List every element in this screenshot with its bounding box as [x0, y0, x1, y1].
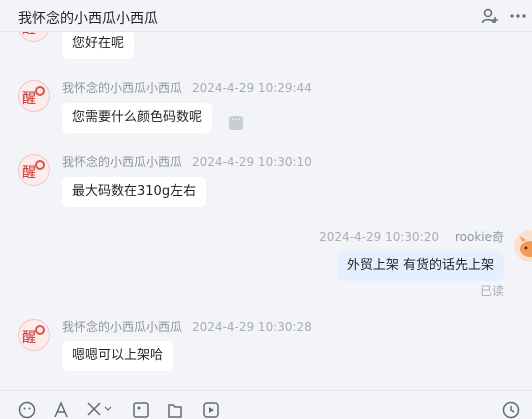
avatar[interactable]: 醒 [18, 80, 50, 112]
image-icon[interactable] [132, 401, 150, 419]
message-time: 2024-4-29 10:30:20 [319, 230, 439, 244]
message-bubble[interactable]: 最大码数在310g左右 [62, 177, 207, 207]
message-time: 2024-4-29 10:29:44 [192, 81, 312, 95]
avatar[interactable]: 醒 [18, 319, 50, 351]
avatar-glyph: 醒 [22, 165, 36, 181]
message-list[interactable]: 醒 您好在呢 醒 我怀念的小西瓜小西瓜 2024-4-29 10:29:44 您需… [0, 32, 532, 390]
more-actions-icon[interactable]: ··· [229, 116, 243, 130]
file-icon[interactable] [166, 401, 184, 419]
avatar-glyph: 醒 [22, 330, 36, 346]
avatar-glyph: 醒 [22, 91, 36, 107]
message-bubble[interactable]: 您好在呢 [62, 32, 135, 59]
sender-name: rookie奇 [454, 230, 504, 244]
scissors-icon[interactable] [86, 401, 104, 419]
message-time: 2024-4-29 10:30:10 [192, 155, 312, 169]
message-bubble[interactable]: 嗯嗯可以上架哈 [62, 341, 174, 371]
message-meta: 2024-4-29 10:30:20 rookie奇 [319, 228, 504, 245]
my-avatar[interactable] [514, 230, 532, 262]
chat-title: 我怀念的小西瓜小西瓜 [18, 11, 158, 27]
avatar[interactable]: 醒 [18, 32, 50, 42]
message-bubble[interactable]: 您需要什么颜色码数呢 [62, 103, 213, 133]
chevron-down-icon[interactable] [104, 405, 112, 413]
emoji-icon[interactable] [18, 401, 36, 419]
message-bubble[interactable]: 外贸上架 有货的话先上架 [336, 251, 504, 281]
sender-name: 我怀念的小西瓜小西瓜 [62, 155, 183, 169]
input-toolbar [0, 390, 532, 419]
message-meta: 我怀念的小西瓜小西瓜 2024-4-29 10:30:10 [62, 153, 312, 170]
message-meta: 我怀念的小西瓜小西瓜 2024-4-29 10:29:44 [62, 79, 312, 96]
more-icon[interactable] [509, 7, 527, 25]
message-time: 2024-4-29 10:30:28 [192, 320, 312, 334]
avatar-face-icon [514, 230, 532, 262]
font-icon[interactable] [52, 401, 70, 419]
sender-name: 我怀念的小西瓜小西瓜 [62, 320, 183, 334]
read-status: 已读 [479, 284, 504, 298]
history-icon[interactable] [502, 401, 520, 419]
chat-header: 我怀念的小西瓜小西瓜 [0, 0, 532, 32]
avatar-glyph: 醒 [22, 32, 36, 38]
message-meta: 我怀念的小西瓜小西瓜 2024-4-29 10:30:28 [62, 318, 312, 335]
video-icon[interactable] [202, 401, 220, 419]
sender-name: 我怀念的小西瓜小西瓜 [62, 81, 183, 95]
avatar[interactable]: 醒 [18, 154, 50, 186]
add-member-icon[interactable] [481, 7, 499, 25]
